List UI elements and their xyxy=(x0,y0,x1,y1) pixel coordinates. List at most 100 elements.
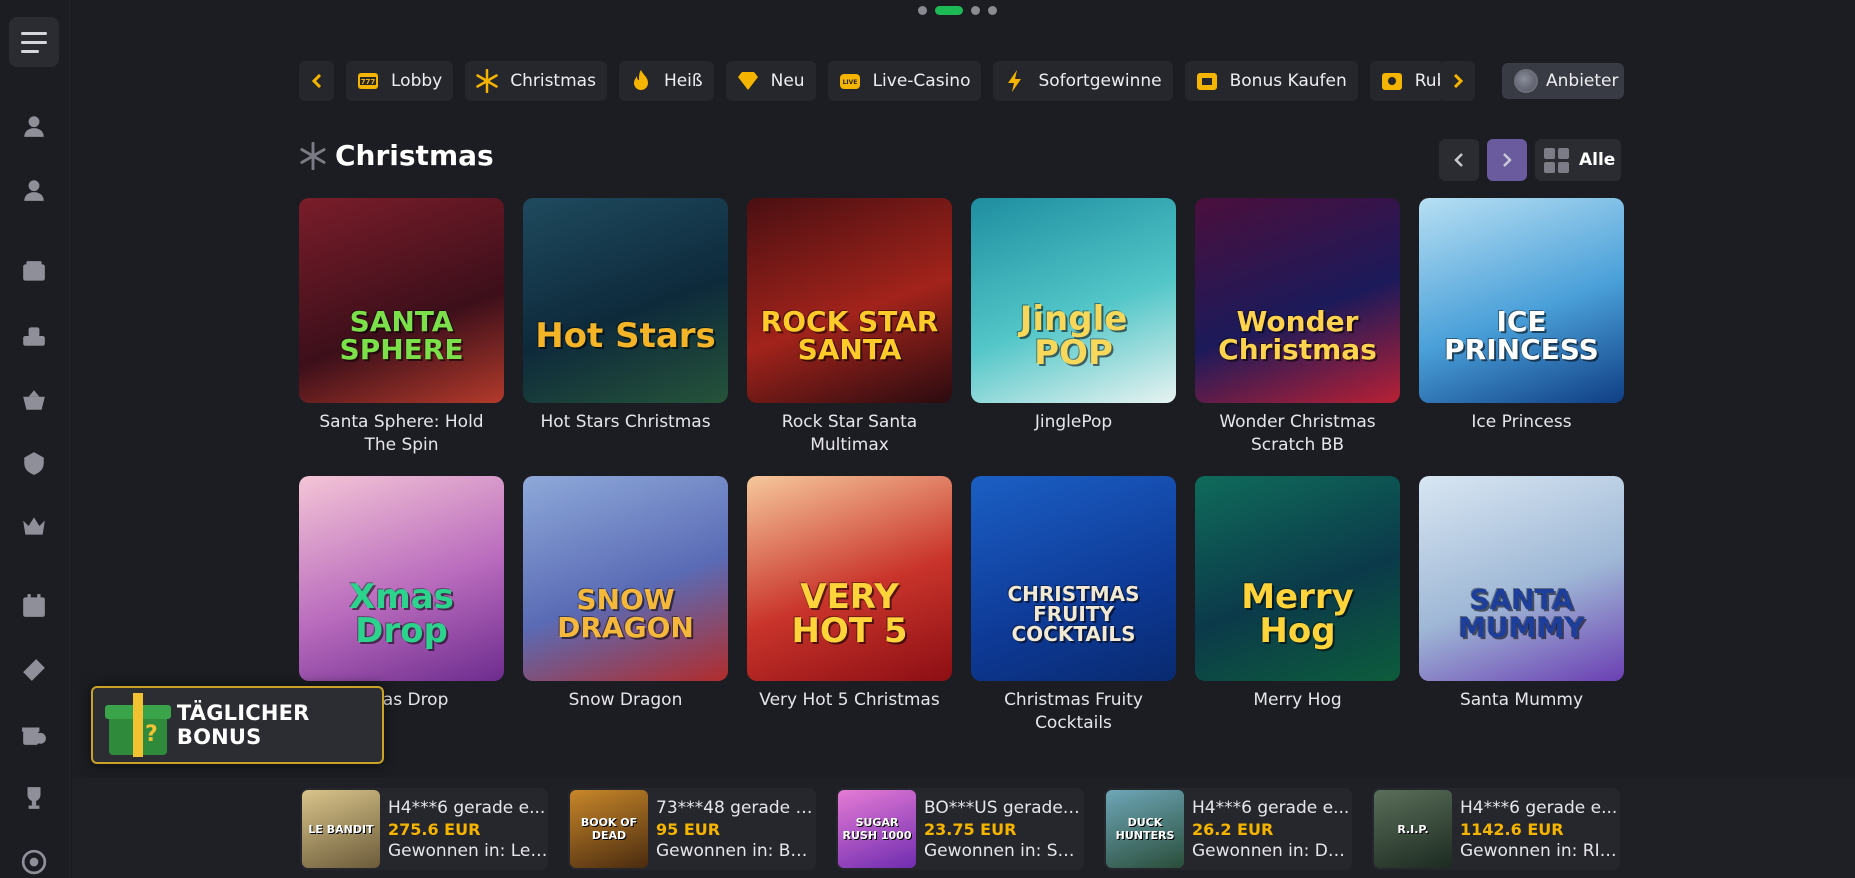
provider-button[interactable]: Anbieter xyxy=(1502,63,1624,99)
game-logo: Jingle POP xyxy=(1019,298,1128,373)
winner-card[interactable]: SUGAR RUSH 1000 BO***US gerade ... 23.75 E… xyxy=(836,788,1084,870)
game-thumbnail[interactable]: SANTA MUMMY xyxy=(1419,476,1624,681)
game-thumbnail[interactable]: Xmas Drop xyxy=(299,476,504,681)
winners-ticker: LE BANDIT H4***6 gerade e... 275.6 EUR Gewo… xyxy=(72,778,1855,878)
gift-clock-icon[interactable] xyxy=(20,720,48,748)
pagination-dot[interactable] xyxy=(988,6,997,15)
game-card[interactable]: SANTA SPHERE Santa Sphere: Hold The Spin xyxy=(299,198,504,476)
chevron-left-icon xyxy=(1454,153,1463,167)
category-rub[interactable]: Rub xyxy=(1369,61,1441,101)
winner-card[interactable]: DUCK HUNTERS H4***6 gerade e... 26.2 EUR Ge… xyxy=(1104,788,1352,870)
menu-line xyxy=(21,49,39,53)
game-thumbnail[interactable]: CHRISTMAS FRUITY COCKTAILS xyxy=(971,476,1176,681)
winner-game-thumbnail[interactable]: LE BANDIT xyxy=(302,790,380,868)
game-card[interactable]: SANTA MUMMY Santa Mummy xyxy=(1419,476,1624,754)
game-name: Santa Mummy xyxy=(1459,690,1584,710)
category-bonus-kaufen[interactable]: Bonus Kaufen xyxy=(1184,61,1358,101)
category-lobby[interactable]: 777 Lobby xyxy=(346,61,454,101)
user-icon[interactable] xyxy=(20,176,48,204)
category-label: Heiß xyxy=(663,71,703,91)
winner-game-thumbnail[interactable]: DUCK HUNTERS xyxy=(1106,790,1184,868)
category-heiss[interactable]: Heiß xyxy=(618,61,714,101)
winner-info: BO***US gerade ... 23.75 EUR Gewonnen in: … xyxy=(924,798,1084,861)
calendar-icon[interactable] xyxy=(20,592,48,620)
category-sofortgewinne[interactable]: Sofortgewinne xyxy=(993,61,1173,101)
trophy-icon[interactable] xyxy=(20,784,48,812)
game-thumbnail[interactable]: VERY HOT 5 xyxy=(747,476,952,681)
section-title: Christmas xyxy=(335,139,494,172)
winner-game-thumbnail[interactable]: BOOK OF DEAD xyxy=(570,790,648,868)
basket-icon[interactable] xyxy=(20,386,48,414)
winner-card[interactable]: R.I.P. H4***6 gerade e... 1142.6 EUR Gewonn… xyxy=(1372,788,1620,870)
live-tv-icon: LIVE xyxy=(837,68,863,94)
svg-text:777: 777 xyxy=(361,78,376,86)
category-scroll-right-button[interactable] xyxy=(1440,61,1475,101)
pagination-dot[interactable] xyxy=(918,6,927,15)
slot-machine-icon[interactable] xyxy=(20,258,48,286)
game-thumbnail[interactable]: Wonder Christmas xyxy=(1195,198,1400,403)
game-thumbnail[interactable]: SNOW DRAGON xyxy=(523,476,728,681)
game-card[interactable]: Jingle POP JinglePop xyxy=(971,198,1176,476)
game-logo: CHRISTMAS FRUITY COCKTAILS xyxy=(1007,581,1140,646)
winner-card[interactable]: LE BANDIT H4***6 gerade e... 275.6 EUR Gewo… xyxy=(300,788,548,870)
winner-game-thumbnail[interactable]: SUGAR RUSH 1000 xyxy=(838,790,916,868)
winner-game: Gewonnen in: Su... xyxy=(924,840,1084,861)
game-logo: Wonder Christmas xyxy=(1218,304,1377,366)
category-live-casino[interactable]: LIVE Live-Casino xyxy=(827,61,982,101)
section-controls: Alle xyxy=(1439,139,1621,181)
chevron-left-icon xyxy=(311,74,321,88)
game-thumbnail[interactable]: SANTA SPHERE xyxy=(299,198,504,403)
winner-info: 73***48 gerade e... 95 EUR Gewonnen in: Bo… xyxy=(656,798,816,861)
game-thumbnail[interactable]: ROCK STAR SANTA xyxy=(747,198,952,403)
game-logo: SANTA MUMMY xyxy=(1458,582,1585,644)
pagination-dot-active[interactable] xyxy=(935,6,963,15)
game-name: Very Hot 5 Christmas xyxy=(759,690,940,710)
daily-bonus-popup[interactable]: ? TÄGLICHER BONUS xyxy=(91,686,384,764)
game-card[interactable]: Wonder Christmas Wonder Christmas Scratch… xyxy=(1195,198,1400,476)
game-thumbnail[interactable]: Merry Hog xyxy=(1195,476,1400,681)
game-name: Christmas Fruity Cocktails xyxy=(1004,690,1143,733)
hamburger-menu-button[interactable] xyxy=(9,17,59,67)
mystery-gift-icon: ? xyxy=(103,693,171,757)
daily-bonus-label: TÄGLICHER BONUS xyxy=(176,701,310,749)
winner-game: Gewonnen in: Bo... xyxy=(656,840,816,861)
game-card[interactable]: CHRISTMAS FRUITY COCKTAILS Christmas Frui… xyxy=(971,476,1176,754)
section-prev-button[interactable] xyxy=(1439,139,1479,181)
winner-card[interactable]: BOOK OF DEAD 73***48 gerade e... 95 EUR Gew… xyxy=(568,788,816,870)
cinema-icon xyxy=(1379,68,1405,94)
game-card[interactable]: VERY HOT 5 Very Hot 5 Christmas xyxy=(747,476,952,754)
game-card[interactable]: SNOW DRAGON Snow Dragon xyxy=(523,476,728,754)
game-name: Ice Princess xyxy=(1471,412,1572,432)
crown-icon[interactable] xyxy=(20,512,48,540)
ticket-icon[interactable] xyxy=(20,656,48,684)
games-grid: SANTA SPHERE Santa Sphere: Hold The Spin H… xyxy=(299,198,1625,754)
globe-icon xyxy=(1514,69,1538,93)
game-card[interactable]: Merry Hog Merry Hog xyxy=(1195,476,1400,754)
winner-amount: 275.6 EUR xyxy=(388,819,481,839)
game-card[interactable]: ICE PRINCESS Ice Princess xyxy=(1419,198,1624,476)
section-next-button[interactable] xyxy=(1487,139,1527,181)
show-all-label: Alle xyxy=(1579,150,1616,170)
category-label: Sofortgewinne xyxy=(1038,71,1162,91)
provider-label: Anbieter xyxy=(1546,71,1619,91)
category-christmas[interactable]: Christmas xyxy=(465,61,607,101)
game-thumbnail[interactable]: ICE PRINCESS xyxy=(1419,198,1624,403)
show-all-button[interactable]: Alle xyxy=(1535,139,1621,181)
category-scroll-left-button[interactable] xyxy=(299,61,334,101)
game-logo: ICE PRINCESS xyxy=(1444,304,1599,366)
target-icon[interactable] xyxy=(20,848,48,876)
casino-chip-icon[interactable] xyxy=(20,322,48,350)
winner-game: Gewonnen in: RIP ... xyxy=(1460,840,1620,861)
game-thumbnail[interactable]: Jingle POP xyxy=(971,198,1176,403)
category-neu[interactable]: Neu xyxy=(725,61,816,101)
crest-icon[interactable] xyxy=(20,449,48,477)
game-card[interactable]: Hot Stars Hot Stars Christmas xyxy=(523,198,728,476)
pagination-dot[interactable] xyxy=(971,6,980,15)
category-label: Bonus Kaufen xyxy=(1229,71,1347,91)
game-card[interactable]: ROCK STAR SANTA Rock Star Santa Multimax xyxy=(747,198,952,476)
category-label: Live-Casino xyxy=(872,71,971,91)
winner-game-thumbnail[interactable]: R.I.P. xyxy=(1374,790,1452,868)
user-outline-icon[interactable] xyxy=(20,112,48,140)
game-name: Merry Hog xyxy=(1253,690,1342,710)
game-thumbnail[interactable]: Hot Stars xyxy=(523,198,728,403)
